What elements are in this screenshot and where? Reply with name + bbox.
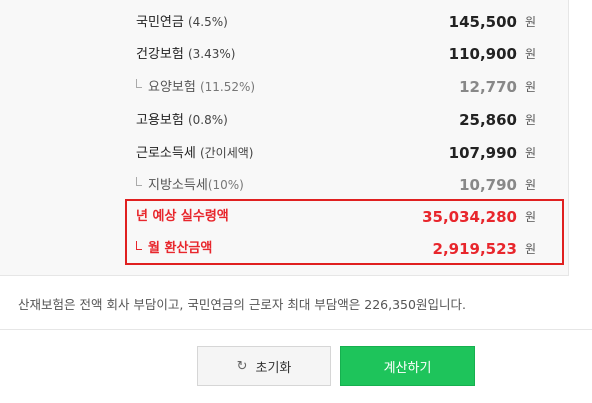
divider	[0, 329, 592, 330]
row-unit: 원	[525, 178, 537, 192]
row-label: 지방소득세(10%)	[148, 178, 244, 193]
row-value: 35,034,280	[422, 208, 517, 226]
row-value: 12,770	[459, 78, 517, 96]
row-label: 건강보험 (3.43%)	[136, 47, 236, 62]
row-monthly-net-pay: 월 환산금액 2,919,523 원	[0, 239, 568, 259]
row-annual-net-pay: 년 예상 실수령액 35,034,280 원	[0, 207, 568, 227]
reset-button[interactable]: ↻ 초기화	[197, 346, 331, 386]
row-unit: 원	[525, 146, 537, 160]
calculate-button[interactable]: 계산하기	[340, 346, 475, 386]
row-label: 년 예상 실수령액	[136, 209, 229, 224]
row-unit: 원	[525, 47, 537, 61]
row-value: 2,919,523	[432, 240, 517, 258]
sub-item-corner-icon	[136, 241, 142, 250]
row-label: 국민연금 (4.5%)	[136, 15, 228, 30]
row-value: 145,500	[448, 13, 517, 31]
row-local-income-tax: 지방소득세(10%) 10,790 원	[0, 175, 568, 195]
reset-button-label: 초기화	[255, 360, 292, 376]
row-unit: 원	[525, 113, 537, 127]
row-national-pension: 국민연금 (4.5%) 145,500 원	[0, 12, 568, 32]
sub-item-corner-icon	[136, 79, 142, 88]
row-unit: 원	[525, 80, 537, 94]
row-label: 월 환산금액	[148, 241, 213, 256]
footnote: 산재보험은 전액 회사 부담이고, 국민연금의 근로자 최대 부담액은 226,…	[18, 297, 466, 312]
row-unit: 원	[525, 15, 537, 29]
row-value: 110,900	[448, 45, 517, 63]
refresh-icon: ↻	[236, 358, 248, 374]
row-health-insurance: 건강보험 (3.43%) 110,900 원	[0, 44, 568, 64]
row-value: 25,860	[459, 111, 517, 129]
row-label: 요양보험 (11.52%)	[148, 80, 256, 95]
row-unit: 원	[525, 242, 537, 256]
row-value: 107,990	[448, 144, 517, 162]
row-unit: 원	[525, 210, 537, 224]
calculate-button-label: 계산하기	[383, 360, 432, 376]
sub-item-corner-icon	[136, 177, 142, 186]
row-label: 고용보험 (0.8%)	[136, 113, 228, 128]
row-income-tax: 근로소득세 (간이세액) 107,990 원	[0, 143, 568, 163]
row-label: 근로소득세 (간이세액)	[136, 146, 254, 161]
row-care-insurance: 요양보험 (11.52%) 12,770 원	[0, 77, 568, 97]
row-value: 10,790	[459, 176, 517, 194]
row-employment-insurance: 고용보험 (0.8%) 25,860 원	[0, 110, 568, 130]
